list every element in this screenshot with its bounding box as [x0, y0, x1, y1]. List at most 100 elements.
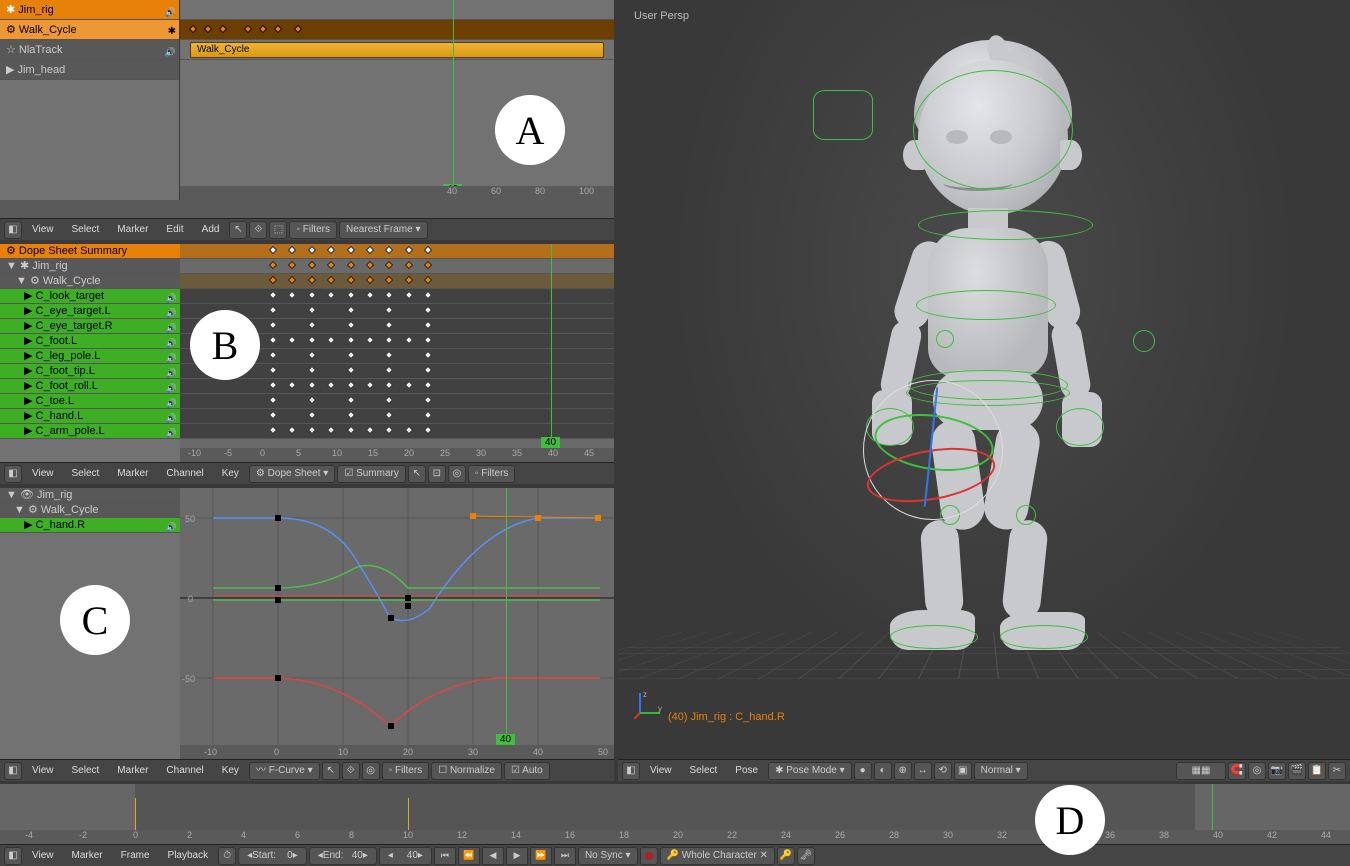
graph-rig-row[interactable]: ▼ 👁 Jim_rig [0, 488, 180, 503]
dope-sheet[interactable]: ⚙ Dope Sheet Summary ▼ ✱ Jim_rig ▼ ⚙ Wal… [0, 244, 614, 484]
menu-select[interactable]: Select [682, 762, 726, 780]
start-frame-input[interactable]: ◂ Start: 0 ▸ [238, 847, 307, 865]
nla-tree-armature[interactable]: ✱ Jim_rig [0, 0, 179, 20]
snap-icon[interactable]: ⟐ [249, 221, 267, 239]
timeline-playhead[interactable] [1212, 784, 1213, 830]
tweak-icon[interactable]: ⬚ [269, 221, 287, 239]
menu-view[interactable]: View [24, 221, 62, 239]
menu-view[interactable]: View [24, 762, 62, 780]
dope-channel-C_foot_tip.L[interactable]: ▶ C_foot_tip.L [0, 364, 180, 379]
ghost-icon[interactable]: ◎ [448, 465, 466, 483]
shade-mat-icon[interactable]: ◐ [874, 762, 892, 780]
sync-dropdown[interactable]: No Sync ▾ [578, 847, 638, 865]
rig-head-ctrl[interactable] [913, 70, 1073, 190]
menu-view[interactable]: View [24, 465, 62, 483]
menu-select[interactable]: Select [64, 465, 108, 483]
dope-channel-C_foot_roll.L[interactable]: ▶ C_foot_roll.L [0, 379, 180, 394]
menu-key[interactable]: Key [214, 762, 247, 780]
current-frame-input[interactable]: ◂ 40 ▸ [379, 847, 432, 865]
dope-channel-C_toe.L[interactable]: ▶ C_toe.L [0, 394, 180, 409]
rig-chest-ctrl[interactable] [916, 290, 1056, 320]
dope-rig-row[interactable]: ▼ ✱ Jim_rig [0, 259, 180, 274]
nla-tree-track[interactable]: ☆ NlaTrack [0, 40, 179, 60]
dope-mode[interactable]: ⚙ Dope Sheet ▾ [249, 465, 335, 483]
menu-select[interactable]: Select [64, 221, 108, 239]
filters-toggle[interactable]: ◦ Filters [468, 465, 516, 483]
menu-marker[interactable]: Marker [109, 221, 156, 239]
filters-toggle[interactable]: ◦ Filters [382, 762, 430, 780]
menu-key[interactable]: Key [214, 465, 247, 483]
transform-icon[interactable]: ⟲ [934, 762, 952, 780]
prev-key-button[interactable]: ⏪ [458, 847, 480, 865]
dope-submode[interactable]: ☑ Summary [337, 465, 406, 483]
menu-frame[interactable]: Frame [113, 847, 158, 865]
graph-channel-row[interactable]: ▶ C_hand.R [0, 518, 180, 533]
menu-pose[interactable]: Pose [727, 762, 766, 780]
dope-channel-C_eye_target.L[interactable]: ▶ C_eye_target.L [0, 304, 180, 319]
menu-view[interactable]: View [642, 762, 680, 780]
rig-spine-ctrl[interactable] [936, 330, 954, 348]
editor-type-icon[interactable]: ◧ [4, 465, 22, 483]
keying-set-dropdown[interactable]: 🔑 Whole Character ✕ [660, 847, 775, 865]
rig-knee-r[interactable] [1016, 505, 1036, 525]
jump-start-button[interactable]: ⏮ [434, 847, 456, 865]
insert-key-icon[interactable]: 🔑 [777, 847, 795, 865]
rig-foot-l[interactable] [890, 625, 978, 649]
menu-channel[interactable]: Channel [158, 465, 211, 483]
editor-type-icon[interactable]: ◧ [4, 847, 22, 865]
dope-channel-C_leg_pole.L[interactable]: ▶ C_leg_pole.L [0, 349, 180, 364]
dope-keys-action[interactable] [180, 274, 614, 289]
delete-key-icon[interactable]: 🗝 [797, 847, 815, 865]
dope-action-row[interactable]: ▼ ⚙ Walk_Cycle [0, 274, 180, 289]
menu-marker[interactable]: Marker [109, 465, 156, 483]
render-icon[interactable]: 📷 [1268, 762, 1286, 780]
dope-keys-C_toe.L[interactable] [180, 394, 614, 409]
mode-dropdown[interactable]: ✱ Pose Mode ▾ [768, 762, 852, 780]
cursor-icon[interactable]: ↖ [322, 762, 340, 780]
dope-channel-C_arm_pole.L[interactable]: ▶ C_arm_pole.L [0, 424, 180, 439]
nla-tree-head[interactable]: ▶ Jim_head [0, 60, 179, 80]
cursor-icon[interactable]: ↖ [408, 465, 426, 483]
paste-icon[interactable]: ✂ [1328, 762, 1346, 780]
orientation-dropdown[interactable]: Normal ▾ [974, 762, 1028, 780]
copy-icon[interactable]: 📋 [1308, 762, 1326, 780]
menu-view[interactable]: View [24, 847, 62, 865]
dope-keys-C_look_target[interactable] [180, 289, 614, 304]
dope-channel-C_look_target[interactable]: ▶ C_look_target [0, 289, 180, 304]
graph-action-row[interactable]: ▼ ⚙ Walk_Cycle [0, 503, 180, 518]
graph-canvas[interactable]: 50 0 -50 -10 0 10 20 30 40 50 40 [180, 488, 614, 759]
menu-marker[interactable]: Marker [109, 762, 156, 780]
rig-look-target[interactable] [813, 90, 873, 140]
editor-type-icon[interactable]: ◧ [4, 762, 22, 780]
menu-add[interactable]: Add [194, 221, 228, 239]
dope-channel-C_foot.L[interactable]: ▶ C_foot.L [0, 334, 180, 349]
rig-foot-r[interactable] [1000, 625, 1088, 649]
range-icon[interactable]: ⏱ [218, 847, 236, 865]
timeline[interactable]: -4-2024681012141618202224262830323436384… [0, 784, 1350, 866]
dope-keys-rig[interactable] [180, 259, 614, 274]
nla-strip[interactable]: Walk_Cycle [190, 42, 604, 58]
layer-icon[interactable]: ▣ [954, 762, 972, 780]
viewport-3d[interactable]: User Persp [618, 0, 1350, 781]
playhead-b[interactable]: 40 [551, 244, 552, 448]
end-frame-input[interactable]: ◂ End: 40 ▸ [309, 847, 377, 865]
playhead-a[interactable]: 40 [453, 0, 454, 200]
jump-end-button[interactable]: ⏭ [554, 847, 576, 865]
snap-mode[interactable]: Nearest Frame ▾ [339, 221, 428, 239]
character-mesh[interactable] [828, 30, 1128, 730]
manipulator-icon[interactable]: ↔ [914, 762, 932, 780]
play-reverse-button[interactable]: ◀ [482, 847, 504, 865]
render-anim-icon[interactable]: 🎬 [1288, 762, 1306, 780]
nla-keyframe-row[interactable] [180, 20, 614, 40]
menu-edit[interactable]: Edit [158, 221, 191, 239]
rig-hand-r[interactable] [1056, 408, 1104, 446]
nla-tree-action[interactable]: ⚙ Walk_Cycle [0, 20, 179, 40]
dope-keys-summary[interactable] [180, 244, 614, 259]
shade-solid-icon[interactable]: ● [854, 762, 872, 780]
dope-channel-C_hand.L[interactable]: ▶ C_hand.L [0, 409, 180, 424]
rig-neck-ctrl[interactable] [918, 210, 1093, 240]
next-key-button[interactable]: ⏩ [530, 847, 552, 865]
proportional-icon[interactable]: ◎ [1248, 762, 1266, 780]
editor-type-icon[interactable]: ◧ [4, 221, 22, 239]
menu-select[interactable]: Select [64, 762, 108, 780]
